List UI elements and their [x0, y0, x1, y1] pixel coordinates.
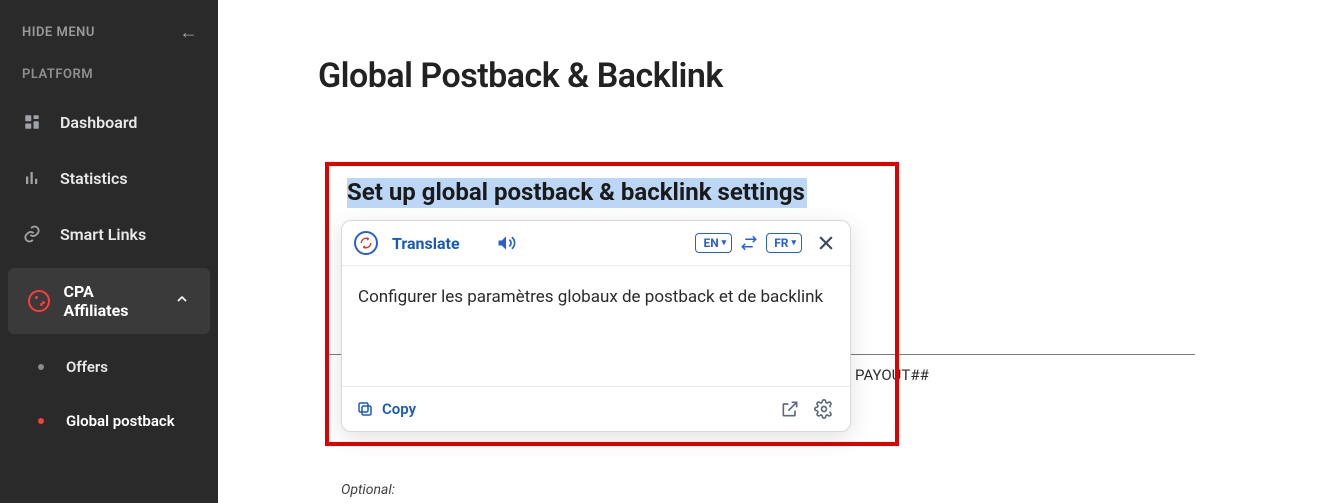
sidebar-item-label: Statistics [60, 169, 128, 188]
sidebar-item-statistics[interactable]: Statistics [0, 150, 218, 206]
copy-button[interactable]: Copy [356, 400, 416, 418]
sidebar-item-global-postback[interactable]: Global postback [0, 394, 218, 448]
copy-label: Copy [382, 400, 416, 418]
sidebar-item-smart-links[interactable]: Smart Links [0, 206, 218, 262]
source-language-button[interactable]: EN ▾ [695, 233, 732, 253]
page-title: Global Postback & Backlink [318, 56, 1322, 96]
hide-menu-label: HIDE MENU [22, 25, 95, 40]
sidebar-item-label: Global postback [66, 412, 175, 430]
sidebar-item-label: Dashboard [60, 113, 137, 132]
swap-languages-button[interactable] [740, 234, 758, 252]
section-heading: Set up global postback & backlink settin… [347, 178, 807, 208]
target-language-button[interactable]: FR ▾ [766, 233, 802, 253]
main-content: Global Postback & Backlink PAYOUT## Opti… [218, 0, 1322, 503]
sidebar-item-cpa-affiliates[interactable]: CPA Affiliates [8, 268, 210, 334]
arrow-left-icon: ← [180, 22, 199, 43]
close-button[interactable] [816, 233, 836, 253]
annotation-highlight-box: Set up global postback & backlink settin… [325, 162, 899, 446]
sidebar-item-label: Smart Links [60, 225, 146, 244]
sidebar-section-platform: PLATFORM [0, 57, 218, 94]
speaker-icon[interactable] [496, 233, 516, 253]
affiliates-icon [28, 290, 50, 312]
statistics-icon [22, 168, 42, 188]
open-external-button[interactable] [778, 397, 802, 421]
chevron-down-icon: ▾ [722, 238, 727, 248]
dashboard-icon [22, 112, 42, 132]
translate-footer: Copy [342, 386, 850, 431]
hide-menu-toggle[interactable]: HIDE MENU ← [0, 12, 218, 57]
sidebar: HIDE MENU ← PLATFORM Dashboard Statistic… [0, 0, 218, 503]
translate-header: Translate EN ▾ [342, 221, 850, 266]
bullet-icon [38, 364, 44, 370]
link-icon [22, 224, 42, 244]
bullet-active-icon [38, 418, 44, 424]
translation-text: Configurer les paramètres globaux de pos… [342, 266, 850, 386]
optional-label: Optional: [341, 482, 395, 498]
target-language-code: FR [774, 236, 788, 250]
sidebar-item-label: Offers [66, 358, 108, 376]
chevron-up-icon [174, 291, 190, 311]
settings-button[interactable] [812, 397, 836, 421]
sidebar-item-dashboard[interactable]: Dashboard [0, 94, 218, 150]
chevron-down-icon: ▾ [791, 238, 796, 248]
source-language-code: EN [703, 236, 718, 250]
translate-popup: Translate EN ▾ [341, 220, 851, 432]
sidebar-item-offers[interactable]: Offers [0, 340, 218, 394]
sidebar-item-label: CPA Affiliates [64, 282, 160, 320]
translate-brand-icon [354, 231, 378, 255]
translate-label[interactable]: Translate [392, 234, 460, 253]
